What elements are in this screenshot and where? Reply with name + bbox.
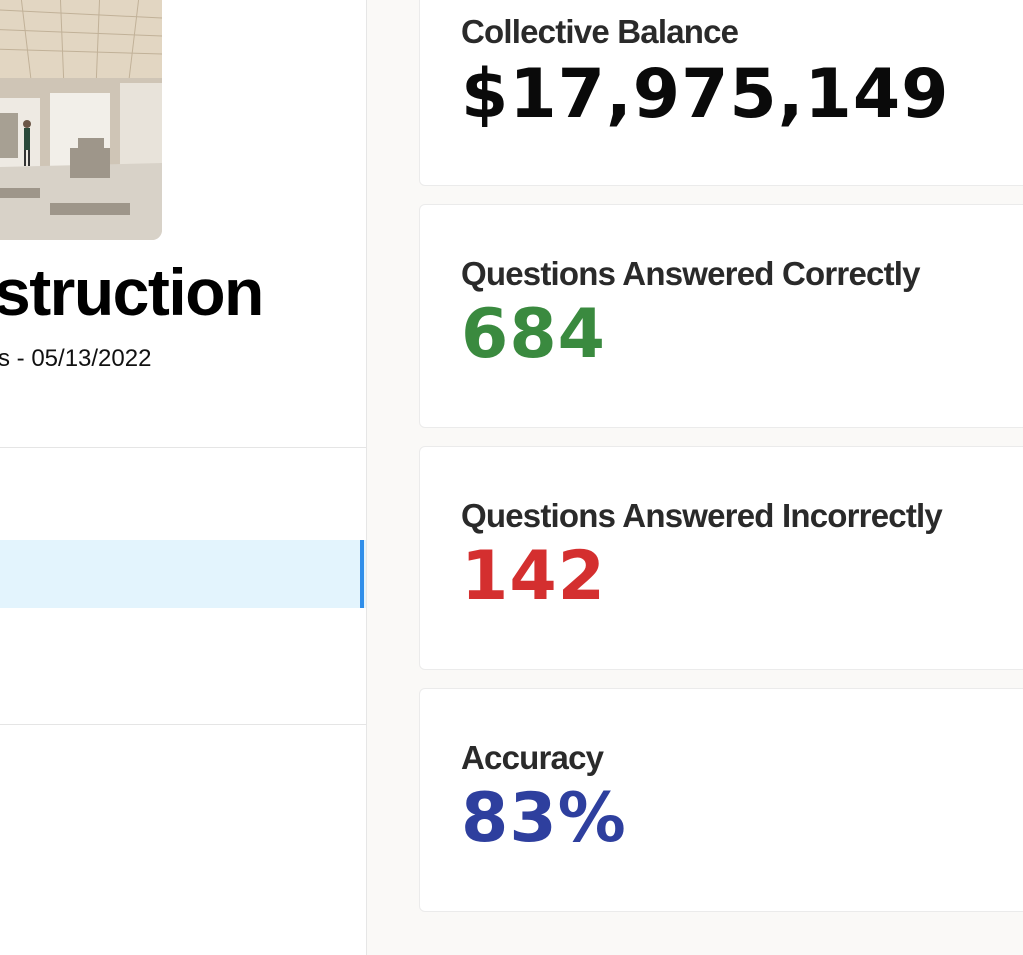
game-meta: s - 05/13/2022 xyxy=(0,345,152,372)
app-root: struction s - 05/13/2022 Collective Bala… xyxy=(0,0,1023,955)
sidebar-divider xyxy=(0,447,366,448)
stat-label: Questions Answered Incorrectly xyxy=(461,497,943,534)
sidebar-nav-item-active[interactable] xyxy=(0,540,366,608)
stat-value: $17,975,149 xyxy=(461,55,950,134)
stat-label: Accuracy xyxy=(461,739,604,776)
stats-panel: Collective Balance $17,975,149 Questions… xyxy=(367,0,1023,955)
sidebar: struction s - 05/13/2022 xyxy=(0,0,367,955)
stat-card-accuracy: Accuracy 83% xyxy=(419,688,1023,912)
stat-label: Questions Answered Correctly xyxy=(461,255,920,292)
stat-label: Collective Balance xyxy=(461,13,739,50)
game-cover-image xyxy=(0,0,162,240)
stat-card-correct: Questions Answered Correctly 684 xyxy=(419,204,1023,428)
stat-value: 142 xyxy=(461,537,606,616)
stat-card-collective-balance: Collective Balance $17,975,149 xyxy=(419,0,1023,186)
stat-value: 684 xyxy=(461,295,606,374)
game-title: struction xyxy=(0,255,264,329)
stat-value: 83% xyxy=(461,779,627,858)
stat-card-incorrect: Questions Answered Incorrectly 142 xyxy=(419,446,1023,670)
sidebar-divider xyxy=(0,724,366,725)
